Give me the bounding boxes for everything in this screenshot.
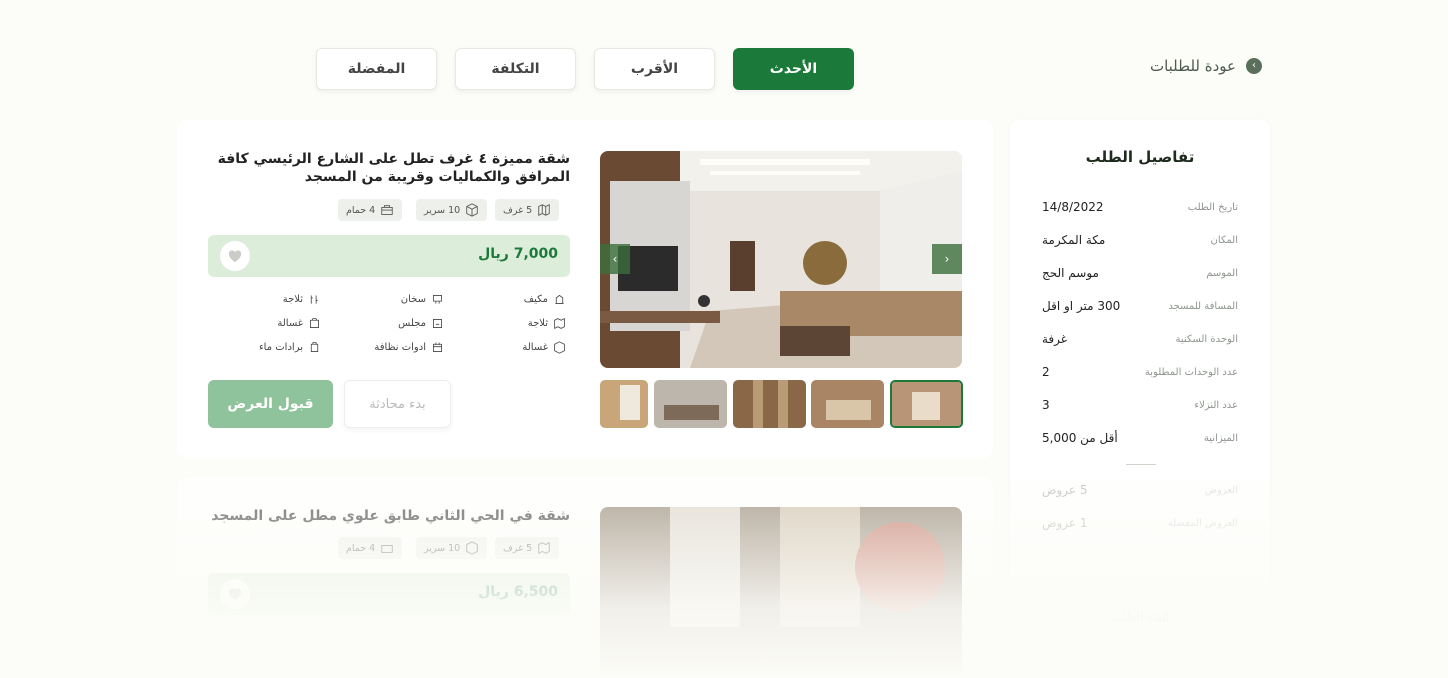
heart-icon bbox=[228, 250, 242, 262]
bag-icon bbox=[381, 544, 393, 553]
amenity-item: برادات ماء bbox=[259, 340, 321, 354]
heater-icon bbox=[433, 294, 442, 304]
detail-row-distance: المسافة للمسجد 300 متر او اقل bbox=[1042, 299, 1238, 313]
tab-nearest[interactable]: الأقرب bbox=[594, 48, 715, 90]
cancel-request-button[interactable]: الغاء الطلب bbox=[1050, 610, 1230, 640]
washer-icon bbox=[310, 317, 319, 328]
detail-row-offers: العروض 5 عروض bbox=[1042, 483, 1238, 497]
accept-offer-button[interactable]: قبول العرض bbox=[208, 380, 333, 428]
offer-title: شقة مميزة ٤ غرف تطل على الشارع الرئيسي ك… bbox=[217, 151, 570, 185]
tab-newest[interactable]: الأحدث bbox=[733, 48, 854, 90]
detail-row-location: المكان مكة المكرمة bbox=[1042, 233, 1238, 247]
offer-price: 7,000 ريال bbox=[478, 246, 558, 262]
price-bar: 7,000 ريال bbox=[208, 235, 570, 277]
chip-beds: 10 سرير bbox=[416, 537, 488, 559]
price-bar: 6,500 ريال bbox=[208, 573, 570, 615]
divider bbox=[1126, 464, 1156, 465]
amenity-item: مجلس bbox=[398, 316, 444, 330]
detail-row-season: الموسم موسم الحج bbox=[1042, 266, 1238, 280]
image-thumbnail[interactable] bbox=[811, 380, 884, 428]
offer-title: شقة في الحي الثاني طابق علوي مطل على الم… bbox=[211, 508, 570, 524]
fridge-icon bbox=[310, 294, 318, 304]
detail-row-units-count: عدد الوحدات المطلوبة 2 bbox=[1042, 365, 1238, 379]
offer-main-image bbox=[600, 507, 962, 678]
amenity-item: سخان bbox=[401, 292, 444, 306]
tab-favorites[interactable]: المفضلة bbox=[316, 48, 437, 90]
ac-icon bbox=[555, 294, 564, 304]
back-label: عودة للطلبات bbox=[1149, 57, 1236, 75]
amenity-item: غسالة bbox=[522, 340, 566, 354]
favorite-button[interactable] bbox=[220, 579, 250, 609]
amenity-item: ادوات نظافة bbox=[374, 340, 444, 354]
calendar-icon bbox=[433, 342, 442, 352]
request-details-panel: تفاصيل الطلب تاريخ الطلب 14/8/2022 المكان… bbox=[1010, 120, 1270, 624]
prev-image-button[interactable]: ‹ bbox=[600, 244, 630, 274]
chevron-right-icon: › bbox=[1246, 58, 1262, 74]
request-details-title: تفاصيل الطلب bbox=[1085, 148, 1195, 166]
start-chat-button[interactable]: بدء محادثة bbox=[344, 380, 451, 428]
offer-main-image bbox=[600, 151, 962, 368]
map-icon bbox=[554, 317, 565, 329]
chip-bathrooms: 4 حمام bbox=[338, 199, 403, 221]
map-icon bbox=[538, 204, 550, 216]
amenity-item: مكيف bbox=[524, 292, 566, 306]
image-thumbnail[interactable] bbox=[654, 380, 727, 428]
image-thumbnail-selected[interactable] bbox=[890, 380, 963, 428]
tab-cost[interactable]: التكلفة bbox=[455, 48, 576, 90]
next-image-button[interactable]: › bbox=[932, 244, 962, 274]
detail-row-unit: الوحدة السكنية غرفة bbox=[1042, 332, 1238, 346]
offer-price: 6,500 ريال bbox=[478, 584, 558, 600]
map-icon bbox=[538, 542, 550, 554]
amenity-item: ثلاجة bbox=[283, 292, 321, 306]
back-to-requests-link[interactable]: › عودة للطلبات bbox=[1150, 57, 1262, 75]
amenity-item: غسالة bbox=[277, 316, 321, 330]
chip-rooms: 5 غرف bbox=[495, 537, 560, 559]
detail-row-budget: الميزانية أقل من 5,000 bbox=[1042, 431, 1238, 445]
chip-beds: 10 سرير bbox=[416, 199, 488, 221]
detail-row-guests: عدد النزلاء 3 bbox=[1042, 398, 1238, 412]
chevron-left-icon: ‹ bbox=[612, 252, 618, 266]
chevron-right-icon: › bbox=[944, 252, 950, 266]
favorite-button[interactable] bbox=[220, 241, 250, 271]
water-cooler-icon bbox=[310, 341, 319, 352]
amenity-item: ثلاجة bbox=[528, 316, 566, 330]
image-thumbnail[interactable] bbox=[600, 380, 648, 428]
box-icon bbox=[466, 541, 478, 555]
detail-row-date: تاريخ الطلب 14/8/2022 bbox=[1042, 200, 1238, 214]
chip-bathrooms: 4 حمام bbox=[338, 537, 403, 559]
box-icon bbox=[466, 203, 478, 217]
box-icon bbox=[554, 340, 565, 354]
bag-icon bbox=[381, 205, 393, 215]
sofa-icon bbox=[433, 318, 442, 328]
detail-row-fav-offers: العروض المفضلة 1 عروض bbox=[1042, 516, 1238, 530]
chip-rooms: 5 غرف bbox=[495, 199, 560, 221]
image-thumbnail[interactable] bbox=[733, 380, 806, 428]
heart-icon bbox=[228, 588, 242, 600]
